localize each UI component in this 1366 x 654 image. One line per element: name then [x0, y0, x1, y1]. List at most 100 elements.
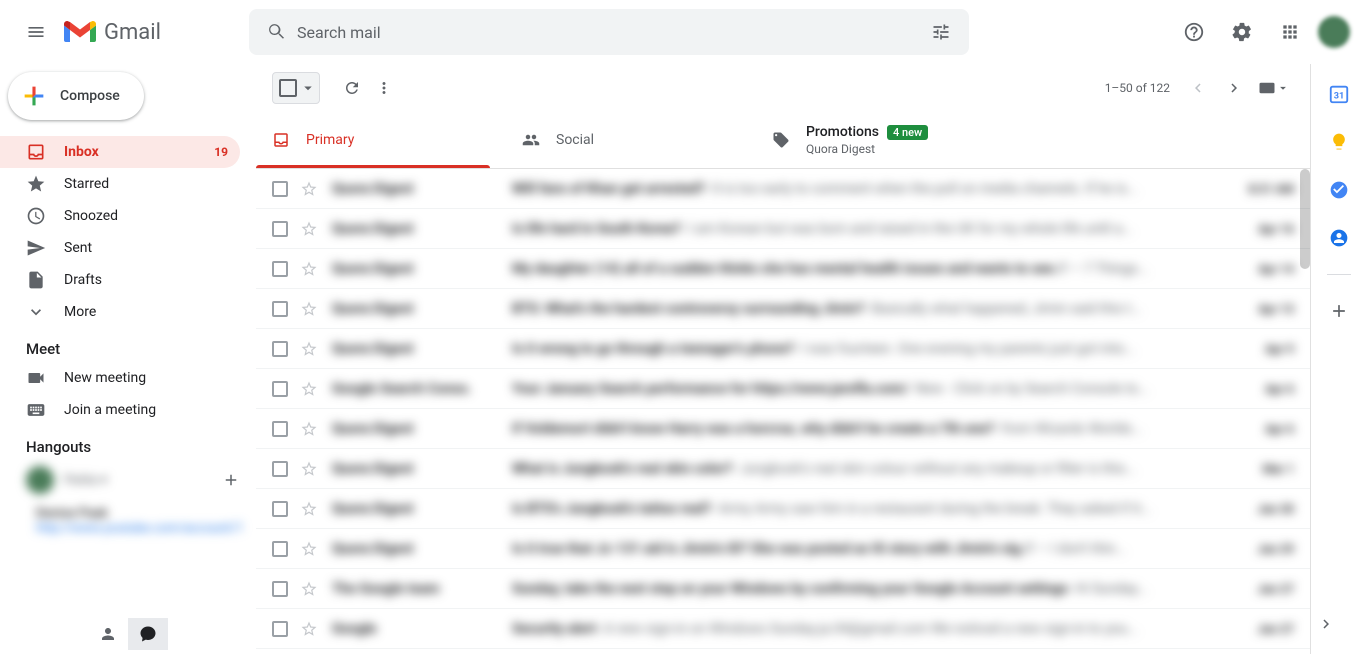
compose-button[interactable]: Compose — [8, 72, 144, 120]
header-actions — [1174, 12, 1358, 52]
search-bar[interactable] — [249, 9, 969, 55]
calendar-app[interactable]: 31 — [1327, 82, 1351, 106]
hide-side-panel[interactable] — [1306, 604, 1346, 644]
more-button[interactable] — [368, 72, 400, 104]
hangouts-contact[interactable]: Denise Paakhttp://www.youtube.com/accoun… — [0, 500, 256, 542]
row-star[interactable] — [300, 180, 320, 198]
row-checkbox[interactable] — [272, 621, 288, 637]
select-all-checkbox[interactable] — [279, 79, 297, 97]
row-checkbox[interactable] — [272, 261, 288, 277]
chat-bubble-icon — [139, 625, 157, 643]
mail-row[interactable]: Quora Digest Will fans of Khan get arres… — [256, 169, 1310, 209]
mail-list[interactable]: Quora Digest Will fans of Khan get arres… — [256, 169, 1310, 654]
mail-row[interactable]: Quora Digest My daughter (14) all of a s… — [256, 249, 1310, 289]
file-icon — [26, 270, 46, 290]
gear-icon — [1231, 21, 1253, 43]
nav-more[interactable]: More — [0, 296, 240, 328]
row-checkbox[interactable] — [272, 461, 288, 477]
search-button[interactable] — [257, 12, 297, 52]
tab-primary[interactable]: Primary — [256, 112, 506, 168]
mail-row[interactable]: Quora Digest What is Jungkook's real ski… — [256, 449, 1310, 489]
settings-button[interactable] — [1222, 12, 1262, 52]
mail-row[interactable]: Google Security alert - A new sign-in on… — [256, 609, 1310, 649]
nav-snoozed[interactable]: Snoozed — [0, 200, 240, 232]
row-sender: Quora Digest — [332, 461, 512, 477]
mail-row[interactable]: Quora Digest Is it true that Jz-131 aid … — [256, 529, 1310, 569]
prev-page-button[interactable] — [1182, 72, 1214, 104]
input-tools-button[interactable] — [1254, 72, 1294, 104]
mail-row[interactable]: Google Search Conso. Your January Search… — [256, 369, 1310, 409]
row-star[interactable] — [300, 500, 320, 518]
mail-row[interactable]: Quora Digest BTS: What's the hardest con… — [256, 289, 1310, 329]
tab-promotions[interactable]: Promotions 4 new Quora Digest — [756, 112, 1006, 168]
select-all[interactable] — [272, 72, 320, 104]
nav-inbox[interactable]: Inbox 19 — [0, 136, 240, 168]
row-subject: Is BTS's Jungkook's tattoo real? - Army … — [512, 501, 1224, 517]
search-options-button[interactable] — [921, 12, 961, 52]
row-star[interactable] — [300, 380, 320, 398]
get-addons[interactable] — [1327, 299, 1351, 323]
account-avatar[interactable] — [1318, 16, 1350, 48]
refresh-button[interactable] — [336, 72, 368, 104]
nav-new-meeting[interactable]: New meeting — [0, 362, 240, 394]
tag-icon — [772, 131, 790, 149]
mail-row[interactable]: Quora Digest If Voldemort didn't know Ha… — [256, 409, 1310, 449]
row-checkbox[interactable] — [272, 541, 288, 557]
row-star[interactable] — [300, 220, 320, 238]
people-icon — [522, 131, 540, 149]
row-checkbox[interactable] — [272, 301, 288, 317]
star-outline-icon — [300, 340, 318, 358]
row-sender: Quora Digest — [332, 301, 512, 317]
search-icon — [267, 22, 287, 42]
tab-subtext: Quora Digest — [806, 142, 928, 156]
mail-row[interactable]: Quora Digest Is it wrong to go through a… — [256, 329, 1310, 369]
apps-button[interactable] — [1270, 12, 1310, 52]
nav-starred[interactable]: Starred — [0, 168, 240, 200]
row-star[interactable] — [300, 460, 320, 478]
chevron-down-icon — [26, 302, 46, 322]
nav-label: Join a meeting — [64, 402, 228, 418]
nav-drafts[interactable]: Drafts — [0, 264, 240, 296]
help-icon — [1183, 21, 1205, 43]
mail-row[interactable]: Quora Digest Is life hard in South Korea… — [256, 209, 1310, 249]
keep-app[interactable] — [1327, 130, 1351, 154]
next-page-button[interactable] — [1218, 72, 1250, 104]
hangouts-tab-chat[interactable] — [128, 618, 168, 650]
row-checkbox[interactable] — [272, 221, 288, 237]
row-star[interactable] — [300, 260, 320, 278]
row-star[interactable] — [300, 540, 320, 558]
support-button[interactable] — [1174, 12, 1214, 52]
row-star[interactable] — [300, 620, 320, 638]
row-checkbox[interactable] — [272, 381, 288, 397]
nav-join-meeting[interactable]: Join a meeting — [0, 394, 240, 426]
row-date: Apr 13 — [1224, 302, 1294, 316]
row-checkbox[interactable] — [272, 181, 288, 197]
row-checkbox[interactable] — [272, 421, 288, 437]
row-star[interactable] — [300, 340, 320, 358]
nav-sent[interactable]: Sent — [0, 232, 240, 264]
mail-row[interactable]: Quora Digest Is BTS's Jungkook's tattoo … — [256, 489, 1310, 529]
row-checkbox[interactable] — [272, 501, 288, 517]
row-checkbox[interactable] — [272, 581, 288, 597]
gmail-logo[interactable]: Gmail — [64, 20, 239, 45]
row-checkbox[interactable] — [272, 341, 288, 357]
contacts-app[interactable] — [1327, 226, 1351, 250]
scrollbar-thumb[interactable] — [1300, 169, 1310, 269]
row-subject: Is it true that Jz-131 aid is Jimin's ID… — [512, 541, 1224, 557]
hangouts-tab-contacts[interactable] — [88, 618, 128, 650]
refresh-icon — [343, 79, 361, 97]
tasks-app[interactable] — [1327, 178, 1351, 202]
row-star[interactable] — [300, 300, 320, 318]
row-star[interactable] — [300, 580, 320, 598]
main-menu-button[interactable] — [12, 8, 60, 56]
row-subject: Your January Search performance for http… — [512, 381, 1224, 397]
hangouts-self[interactable]: Petite ▾ — [0, 460, 127, 500]
row-date: Apr 9 — [1224, 342, 1294, 356]
mail-row[interactable]: The Google team Sunday, take the next st… — [256, 569, 1310, 609]
plus-icon[interactable] — [222, 471, 240, 489]
keyboard-icon — [1258, 81, 1276, 95]
row-star[interactable] — [300, 420, 320, 438]
select-dropdown[interactable] — [299, 79, 317, 97]
tab-social[interactable]: Social — [506, 112, 756, 168]
search-input[interactable] — [297, 23, 921, 42]
